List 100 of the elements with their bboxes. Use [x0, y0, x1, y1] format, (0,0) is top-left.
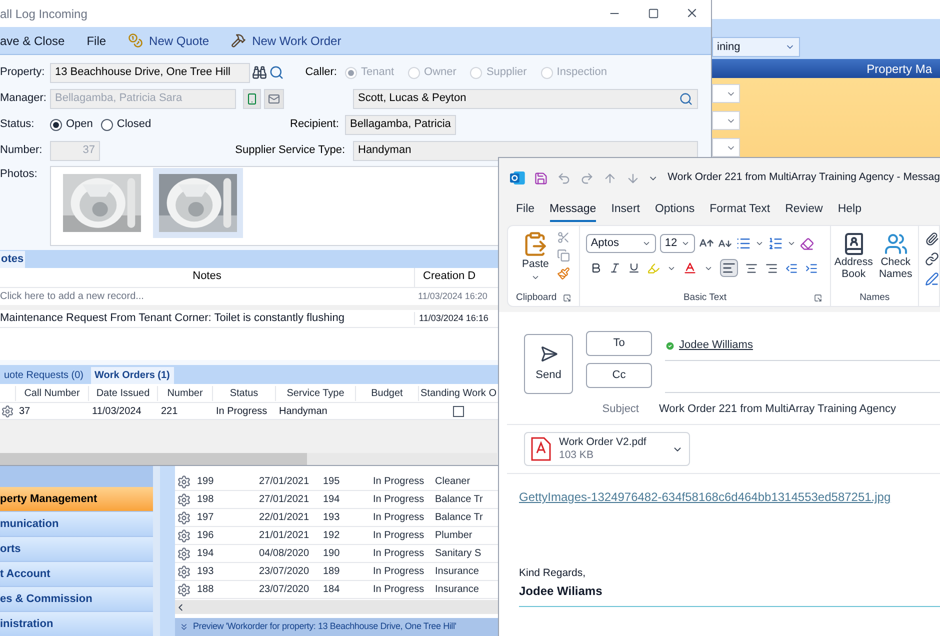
attachment-card[interactable]: Work Order V2.pdf 103 KB	[524, 432, 690, 466]
input-field[interactable]: Bellagamba, Patricia	[345, 114, 456, 134]
table-cell-text: 11/03/2024	[91, 404, 142, 418]
to-field[interactable]: Jodee Williams	[665, 331, 940, 361]
photo-tile[interactable]	[153, 168, 243, 238]
gear-icon	[177, 564, 191, 578]
save-icon[interactable]	[534, 170, 548, 186]
send-button[interactable]: Send	[524, 334, 573, 394]
align-left-icon[interactable]	[720, 259, 738, 277]
underline-icon[interactable]	[628, 262, 640, 274]
field-label: Recipient:	[290, 117, 340, 132]
italic-icon[interactable]	[608, 262, 621, 274]
attachment-link[interactable]: GettyImages-1324976482-634f58168c6d464bb1314553ed587251.jpg	[519, 488, 940, 506]
dropdown-field[interactable]	[712, 138, 740, 158]
scrollbar-thumb[interactable]	[0, 453, 307, 465]
paste-button[interactable]: Paste	[522, 231, 549, 290]
pen-icon[interactable]	[925, 272, 939, 286]
gear-icon	[177, 492, 191, 506]
subject-field[interactable]: Work Order 221 from MultiArray Training Agency	[659, 400, 896, 418]
toolbar-button[interactable]: New Quote	[128, 32, 210, 50]
column-header: Call Number	[15, 386, 88, 400]
numbering-icon[interactable]	[768, 236, 783, 251]
chevrons-down-icon[interactable]	[179, 622, 189, 632]
table-cell-text: 197	[196, 511, 215, 525]
sidebar-item[interactable]: es & Commission	[0, 587, 153, 611]
bold-icon[interactable]	[590, 262, 602, 274]
close-icon[interactable]	[685, 6, 699, 20]
input-field[interactable]: 13 Beachhouse Drive, One Tree Hill	[50, 62, 250, 82]
tab[interactable]: uote Requests (0)	[0, 367, 88, 384]
recipient-link[interactable]: Jodee Williams	[679, 337, 753, 354]
toolbar-button[interactable]: New Work Order	[231, 32, 342, 50]
tab[interactable]: otes	[0, 251, 25, 268]
caret-icon[interactable]	[786, 239, 796, 248]
dropdown-field[interactable]	[712, 84, 740, 104]
toolbar-button[interactable]: File	[86, 32, 106, 50]
table-cell-text: 194	[322, 493, 341, 507]
ribbon-tab[interactable]: File	[516, 200, 535, 222]
table-cell-text: 11/03/2024 16:20	[417, 290, 488, 303]
gear-icon	[0, 404, 15, 418]
table-cell-text: Handyman	[278, 404, 328, 418]
dialog-launcher-icon[interactable]	[814, 294, 822, 302]
input-field[interactable]: Scott, Lucas & Peyton	[353, 88, 698, 108]
radio-button[interactable]	[100, 118, 113, 130]
table-cell-text: Cleaner	[434, 475, 470, 489]
bullets-icon[interactable]	[736, 236, 751, 251]
scrollbar[interactable]	[175, 600, 498, 614]
format-painter-icon[interactable]	[556, 267, 570, 280]
dialog-launcher-icon[interactable]	[562, 294, 571, 302]
font-dropdown[interactable]: Aptos	[586, 234, 656, 253]
ribbon-tab[interactable]: Help	[838, 200, 862, 222]
column-header: Notes	[192, 269, 222, 284]
sidebar-item[interactable]: orts	[0, 537, 153, 561]
sidebar-item[interactable]: inistration	[0, 612, 153, 636]
group-label: Names	[860, 290, 890, 305]
table-cell-text: In Progress	[372, 583, 426, 597]
ribbon-tab[interactable]: Message	[550, 200, 596, 222]
checkbox[interactable]	[452, 406, 464, 416]
tab[interactable]: Work Orders (1)	[90, 367, 174, 384]
link-icon[interactable]	[925, 252, 939, 266]
dropdown[interactable]: ining	[712, 37, 800, 58]
cut-icon[interactable]	[556, 231, 570, 244]
paperclip-icon[interactable]	[925, 232, 939, 246]
new-record-placeholder[interactable]: Click here to add a new record...	[0, 289, 414, 304]
scrollbar[interactable]	[0, 453, 497, 465]
decrease-indent-icon[interactable]	[784, 262, 798, 274]
font-color-icon[interactable]	[682, 261, 697, 275]
dropdown-field[interactable]	[712, 111, 740, 130]
ribbon-tab[interactable]: Review	[785, 200, 823, 222]
check-names-button[interactable]: Check Names	[878, 232, 914, 290]
align-center-icon[interactable]	[744, 262, 758, 274]
sidebar-item[interactable]: t Account	[0, 562, 153, 586]
sidebar-item[interactable]: perty Management	[0, 487, 153, 511]
mail-icon[interactable]	[264, 88, 284, 108]
table-cell-text: Sanitary S	[434, 547, 482, 561]
search-icon[interactable]	[679, 92, 693, 106]
ribbon-tab[interactable]: Format Text	[710, 200, 770, 222]
align-right-icon[interactable]	[764, 262, 778, 274]
font-size-dropdown[interactable]: 12	[660, 234, 695, 253]
binoculars-icon[interactable]	[252, 65, 267, 80]
search-icon[interactable]	[269, 65, 284, 80]
table-cell-text: 23/07/2020	[258, 583, 310, 597]
phone-icon[interactable]	[243, 88, 261, 108]
radio-button[interactable]	[50, 118, 62, 130]
input-field[interactable]: Handyman	[353, 140, 698, 160]
cc-button[interactable]: Cc	[586, 363, 652, 388]
address-book-button[interactable]: Address Book	[836, 232, 872, 290]
to-button[interactable]: To	[586, 331, 652, 356]
table-cell-text: Maintenance Request From Tenant Corner: Toilet is constantly flushing	[0, 311, 346, 326]
sidebar-item[interactable]: munication	[0, 512, 153, 536]
ribbon-tab[interactable]: Options	[654, 200, 695, 222]
toolbar-button[interactable]: ave & Close	[0, 32, 65, 50]
window-title: all Log Incoming	[0, 6, 88, 22]
increase-indent-icon[interactable]	[804, 262, 818, 274]
copy-icon[interactable]	[556, 249, 570, 262]
caret-icon[interactable]	[754, 239, 764, 248]
table-cell-text: 194	[196, 547, 215, 561]
gear-icon	[177, 528, 191, 542]
clear-formatting-icon[interactable]	[800, 236, 814, 250]
ribbon-tab[interactable]: Insert	[611, 200, 640, 222]
maximize-icon[interactable]	[648, 8, 659, 19]
